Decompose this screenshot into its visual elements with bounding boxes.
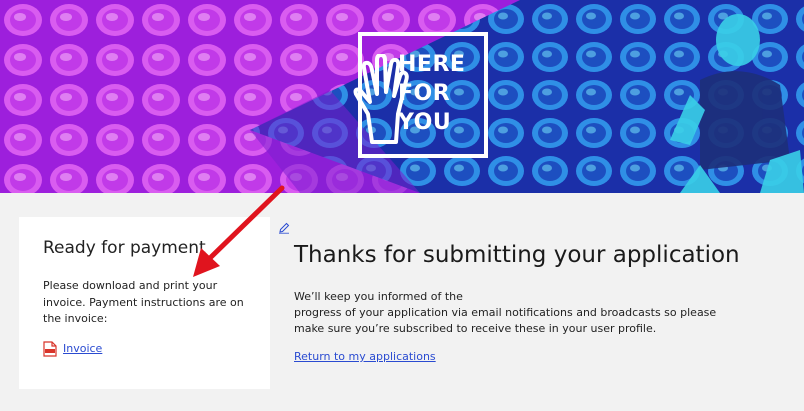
hero-banner: HERE FOR YOU xyxy=(0,0,804,193)
pdf-icon[interactable] xyxy=(43,340,57,357)
pencil-icon[interactable] xyxy=(278,222,290,234)
message-line-1: We’ll keep you informed of the xyxy=(294,290,463,303)
card-title: Ready for payment xyxy=(43,238,206,258)
payment-card: Ready for payment Please download and pr… xyxy=(19,217,270,389)
card-instructions: Please download and print your invoice. … xyxy=(43,279,244,325)
here-for-you-logo: HERE FOR YOU xyxy=(353,32,488,158)
confirmation-message: We’ll keep you informed of the progress … xyxy=(294,289,717,337)
logo-line-2: FOR xyxy=(398,81,451,106)
logo-line-1: HERE xyxy=(398,52,466,77)
logo-text: HERE FOR YOU xyxy=(398,50,465,137)
invoice-row: Invoice xyxy=(43,340,250,357)
invoice-link[interactable]: Invoice xyxy=(63,342,102,355)
logo-line-3: YOU xyxy=(398,110,452,135)
message-line-3: make sure you’re subscribed to receive t… xyxy=(294,322,657,335)
message-line-2: progress of your application via email n… xyxy=(294,306,717,319)
page-title: Thanks for submitting your application xyxy=(294,242,740,268)
return-to-applications-link[interactable]: Return to my applications xyxy=(294,350,436,363)
